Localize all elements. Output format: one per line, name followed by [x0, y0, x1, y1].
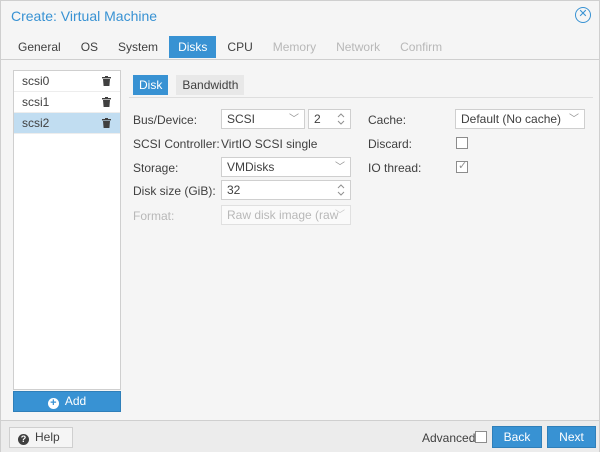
dialog-title: Create: Virtual Machine — [11, 8, 158, 24]
disk-list-item-label: scsi2 — [22, 116, 50, 130]
disk-list-item-scsi2[interactable]: scsi2 — [14, 113, 120, 134]
back-button[interactable]: Back — [492, 426, 542, 448]
format-select-value: Raw disk image (raw — [227, 208, 339, 222]
tab-memory: Memory — [272, 40, 317, 54]
disk-list: scsi0 scsi1 scsi2 — [13, 70, 121, 390]
advanced-checkbox[interactable] — [475, 431, 487, 443]
disk-size-spinner[interactable]: 32 — [221, 180, 351, 200]
storage-label: Storage: — [133, 161, 179, 175]
help-button[interactable]: ? Help — [9, 427, 73, 448]
tab-system[interactable]: System — [109, 36, 167, 58]
discard-label: Discard: — [368, 137, 413, 151]
chevron-down-icon[interactable]: ﹀ — [335, 159, 345, 176]
trash-icon[interactable] — [102, 76, 111, 86]
spinner-icon[interactable] — [336, 111, 346, 127]
plus-circle-icon: + — [47, 398, 59, 409]
wizard-tabs: General OS System Disks CPU Memory Netwo… — [9, 36, 453, 58]
close-icon[interactable]: ✕ — [575, 7, 591, 23]
help-label: Help — [35, 430, 60, 444]
add-disk-button[interactable]: + Add — [13, 391, 121, 412]
device-number-value: 2 — [314, 112, 321, 126]
subtab-bandwidth[interactable]: Bandwidth — [176, 75, 245, 95]
io-thread-checkbox[interactable]: ✓ — [456, 160, 468, 173]
dialog-header: Create: Virtual Machine ✕ — [1, 1, 599, 33]
create-vm-dialog: Create: Virtual Machine ✕ General OS Sys… — [0, 0, 600, 452]
format-label: Format: — [133, 209, 175, 223]
cache-select[interactable]: Default (No cache) ﹀ — [455, 109, 585, 129]
bus-device-label: Bus/Device: — [133, 113, 198, 127]
io-thread-label: IO thread: — [368, 161, 422, 175]
tab-cpu[interactable]: CPU — [218, 36, 261, 58]
bus-select[interactable]: SCSI ﹀ — [221, 109, 305, 129]
tab-network: Network — [336, 40, 381, 54]
subtab-disk[interactable]: Disk — [133, 75, 169, 95]
spinner-icon[interactable] — [336, 182, 346, 198]
dialog-footer: ? Help Advanced Back Next — [1, 420, 599, 452]
advanced-label: Advanced — [422, 431, 476, 445]
chevron-down-icon[interactable]: ﹀ — [569, 111, 579, 128]
cache-select-value: Default (No cache) — [461, 112, 562, 126]
add-disk-label: Add — [64, 394, 87, 408]
tab-os[interactable]: OS — [72, 36, 107, 58]
discard-checkbox[interactable] — [456, 137, 468, 149]
tab-disks[interactable]: Disks — [169, 36, 217, 58]
next-button[interactable]: Next — [547, 426, 596, 448]
scsi-controller-label: SCSI Controller: — [133, 137, 220, 151]
chevron-down-icon: ﹀ — [335, 210, 345, 221]
disk-list-item-scsi1[interactable]: scsi1 — [14, 92, 120, 113]
scsi-controller-value: VirtIO SCSI single — [221, 137, 318, 151]
cache-label: Cache: — [368, 113, 407, 127]
bus-select-value: SCSI — [227, 112, 256, 126]
disks-panel: scsi0 scsi1 scsi2 + Add Disk Bandwidth B… — [1, 60, 599, 420]
trash-icon[interactable] — [102, 97, 111, 107]
disk-list-item-scsi0[interactable]: scsi0 — [14, 71, 120, 92]
format-select: Raw disk image (raw ﹀ — [221, 205, 351, 225]
storage-select-value: VMDisks — [227, 160, 275, 174]
trash-icon[interactable] — [102, 118, 111, 128]
disk-list-item-label: scsi1 — [22, 95, 50, 109]
checkmark-icon: ✓ — [458, 160, 468, 172]
subtabs-divider — [129, 97, 593, 98]
chevron-down-icon[interactable]: ﹀ — [289, 111, 299, 128]
disk-subtabs: Disk Bandwidth — [133, 75, 252, 95]
tab-confirm: Confirm — [400, 40, 443, 54]
question-circle-icon: ? — [18, 434, 29, 445]
device-number-spinner[interactable]: 2 — [308, 109, 351, 129]
storage-select[interactable]: VMDisks ﹀ — [221, 157, 351, 177]
disk-size-label: Disk size (GiB): — [133, 184, 216, 198]
tab-general[interactable]: General — [9, 36, 70, 58]
disk-list-item-label: scsi0 — [22, 74, 50, 88]
disk-size-value: 32 — [227, 183, 241, 197]
